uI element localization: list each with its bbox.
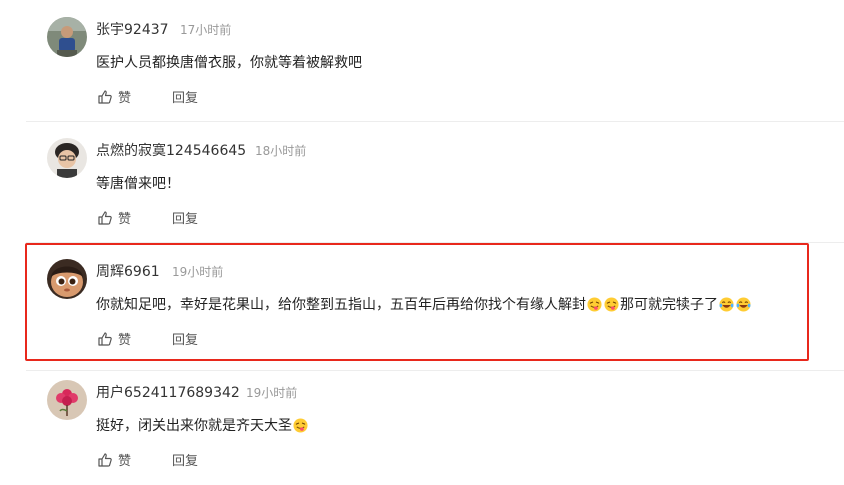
like-button[interactable]: 赞 <box>97 208 131 227</box>
avatar[interactable] <box>47 380 87 420</box>
reply-button[interactable]: 回复 <box>172 329 198 348</box>
comment-text-part: 那可就完犊子了 <box>620 297 718 313</box>
avatar[interactable] <box>47 138 87 178</box>
comment-timestamp: 19小时前 <box>246 386 298 400</box>
reply-button[interactable]: 回复 <box>172 87 198 106</box>
laughing-tears-emoji-icon <box>736 297 751 312</box>
comment-text-part: 你就知足吧，幸好是花果山，给你整到五指山，五百年后再给你找个有缘人解封 <box>96 297 586 313</box>
thumbs-up-icon <box>98 331 112 346</box>
comment-text-part: 挺好，闭关出来你就是齐天大圣 <box>96 418 292 434</box>
tongue-face-emoji-icon <box>293 418 308 433</box>
like-button[interactable]: 赞 <box>97 329 131 348</box>
thumbs-up-icon <box>98 452 112 467</box>
like-button[interactable]: 赞 <box>97 87 131 106</box>
like-button[interactable]: 赞 <box>97 450 131 469</box>
laughing-tears-emoji-icon <box>719 297 734 312</box>
thumbs-up-icon <box>98 89 112 104</box>
comment-text: 医护人员都换唐僧衣服，你就等着被解救吧 <box>96 55 362 71</box>
like-label: 赞 <box>118 454 132 469</box>
comment-timestamp: 17小时前 <box>180 23 232 37</box>
comment-divider <box>26 370 844 371</box>
like-label: 赞 <box>118 212 132 227</box>
comment-divider <box>26 121 844 122</box>
comment-username[interactable]: 用户6524117689342 <box>96 382 240 402</box>
like-label: 赞 <box>118 333 132 348</box>
tongue-face-emoji-icon <box>587 297 602 312</box>
tongue-face-emoji-icon <box>604 297 619 312</box>
comment-username[interactable]: 点燃的寂寞124546645 <box>96 140 246 160</box>
comment-timestamp: 18小时前 <box>255 144 307 158</box>
like-label: 赞 <box>118 91 132 106</box>
comment-timestamp: 19小时前 <box>172 265 224 279</box>
reply-button[interactable]: 回复 <box>172 208 198 227</box>
comment-username[interactable]: 张宇92437 <box>96 19 169 39</box>
comment-text: 你就知足吧，幸好是花果山，给你整到五指山，五百年后再给你找个有缘人解封 那可就完… <box>96 294 752 314</box>
comment-text: 挺好，闭关出来你就是齐天大圣 <box>96 415 309 435</box>
reply-button[interactable]: 回复 <box>172 450 198 469</box>
comment-text: 等唐僧来吧！ <box>96 176 180 192</box>
thumbs-up-icon <box>98 210 112 225</box>
avatar[interactable] <box>47 17 87 57</box>
avatar[interactable] <box>47 259 87 299</box>
comment-username[interactable]: 周辉6961 <box>96 261 160 281</box>
